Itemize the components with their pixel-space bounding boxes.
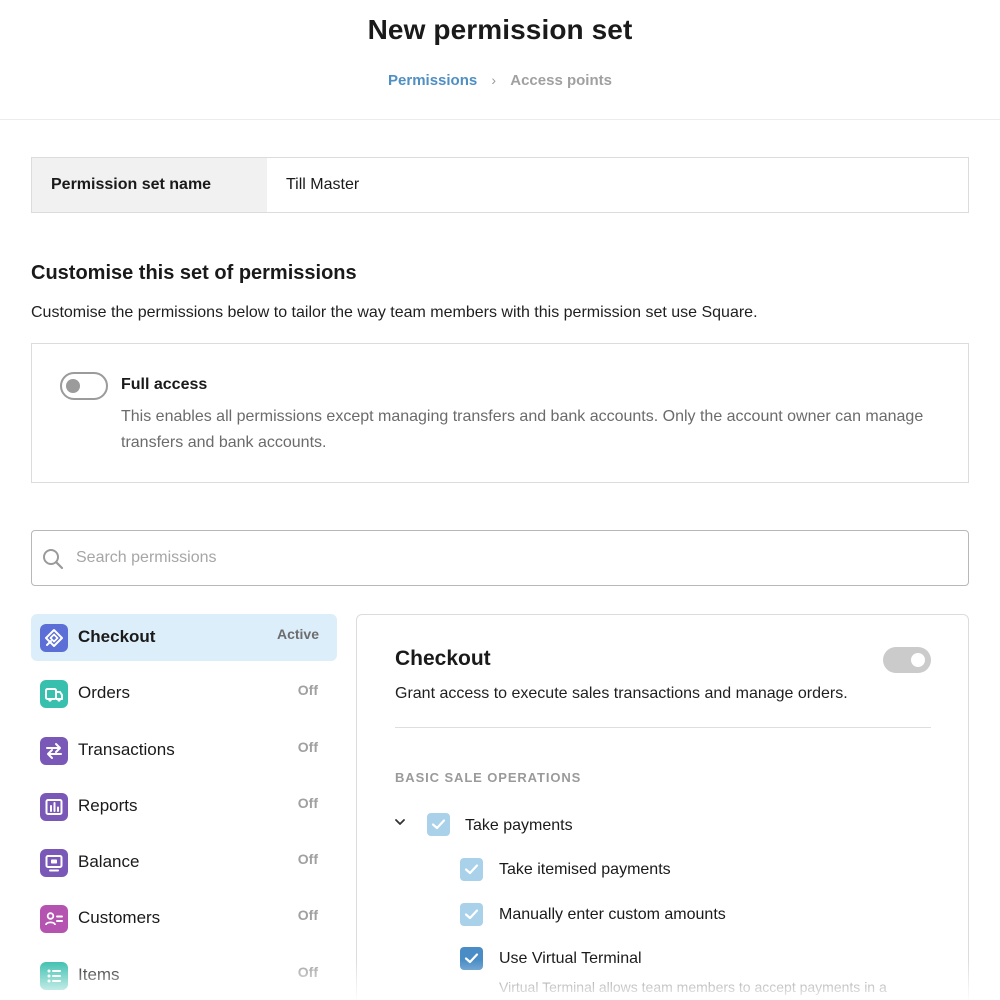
- toggle-knob: [66, 379, 80, 393]
- permission-set-name-label: Permission set name: [32, 158, 267, 212]
- sidebar-item-status: Active: [276, 626, 319, 642]
- search-input[interactable]: [76, 531, 956, 585]
- orders-icon: [40, 680, 68, 709]
- take-payments-label: Take payments: [465, 817, 573, 834]
- sidebar-item-transactions[interactable]: Transactions Off: [31, 727, 337, 774]
- sidebar-item-reports[interactable]: Reports Off: [31, 783, 337, 830]
- permission-set-name-input[interactable]: [267, 158, 968, 212]
- reports-icon: [40, 792, 68, 821]
- check-icon: [464, 953, 479, 964]
- full-access-description: This enables all permissions except mana…: [121, 408, 924, 451]
- sidebar-item-label: Reports: [78, 795, 138, 815]
- sidebar-item-label: Items: [78, 964, 120, 984]
- check-icon: [464, 864, 479, 875]
- permission-set-name-row: Permission set name: [31, 157, 969, 213]
- sidebar-item-status: Off: [297, 851, 318, 868]
- full-access-title: Full access: [121, 376, 208, 393]
- breadcrumb-access-points[interactable]: Access points: [510, 72, 612, 89]
- customise-title: Customise this set of permissions: [31, 262, 357, 284]
- take-payments-checkbox[interactable]: [427, 813, 450, 836]
- take-itemised-payments-label: Take itemised payments: [499, 861, 671, 878]
- sidebar-item-label: Orders: [78, 683, 130, 703]
- virtual-terminal-label: Use Virtual Terminal: [499, 950, 642, 967]
- breadcrumb: Permissions › Access points: [0, 72, 1000, 89]
- check-icon: [431, 819, 446, 830]
- customers-icon: [40, 905, 68, 934]
- customise-description: Customise the permissions below to tailo…: [31, 304, 758, 321]
- virtual-terminal-checkbox[interactable]: [460, 947, 483, 970]
- sidebar-item-customers[interactable]: Customers Off: [31, 895, 337, 942]
- sidebar-item-label: Balance: [78, 852, 140, 872]
- checkout-icon: [40, 624, 68, 652]
- manual-custom-amounts-label: Manually enter custom amounts: [499, 906, 726, 923]
- sidebar-item-status: Off: [297, 738, 318, 755]
- take-itemised-payments-checkbox[interactable]: [460, 858, 483, 881]
- sidebar-item-checkout[interactable]: Checkout Active: [31, 614, 337, 661]
- search-box: [31, 530, 969, 586]
- page-title: New permission set: [367, 14, 633, 45]
- detail-title: Checkout: [395, 647, 491, 670]
- sidebar-item-status: Off: [297, 907, 318, 924]
- sidebar-item-label: Customers: [78, 908, 161, 928]
- virtual-terminal-description: Virtual Terminal allows team members to …: [499, 979, 887, 995]
- divider: [395, 727, 931, 728]
- page-header: New permission set Permissions › Access …: [0, 0, 1000, 120]
- checkout-detail-panel: Checkout Grant access to execute sales t…: [356, 614, 969, 1000]
- breadcrumb-permissions[interactable]: Permissions: [388, 72, 477, 89]
- manual-custom-amounts-checkbox[interactable]: [460, 903, 483, 926]
- detail-description: Grant access to execute sales transactio…: [395, 685, 848, 702]
- sidebar-item-status: Off: [297, 963, 318, 980]
- chevron-down-icon[interactable]: [393, 815, 407, 829]
- sidebar-item-label: Transactions: [78, 739, 175, 759]
- search-icon: [42, 548, 64, 570]
- sidebar-item-balance[interactable]: Balance Off: [31, 839, 337, 886]
- sidebar-item-status: Off: [297, 682, 318, 699]
- check-icon: [464, 909, 479, 920]
- full-access-card: Full access This enables all permissions…: [31, 343, 969, 483]
- chevron-right-icon: ›: [491, 72, 497, 88]
- sidebar-item-label: Checkout: [78, 627, 156, 646]
- items-icon: [40, 961, 68, 990]
- transactions-icon: [40, 736, 68, 765]
- toggle-knob: [911, 653, 925, 667]
- sidebar-item-items[interactable]: Items Off: [31, 952, 337, 999]
- checkout-toggle[interactable]: [883, 647, 931, 673]
- sidebar-item-orders[interactable]: Orders Off: [31, 670, 337, 717]
- sidebar-item-status: Off: [297, 794, 318, 811]
- group-label-basic-sale-operations: BASIC SALE OPERATIONS: [395, 770, 582, 785]
- full-access-toggle[interactable]: [60, 372, 108, 400]
- balance-icon: [40, 849, 68, 878]
- permission-category-list: Checkout Active Orders Off Transactions …: [31, 614, 337, 1000]
